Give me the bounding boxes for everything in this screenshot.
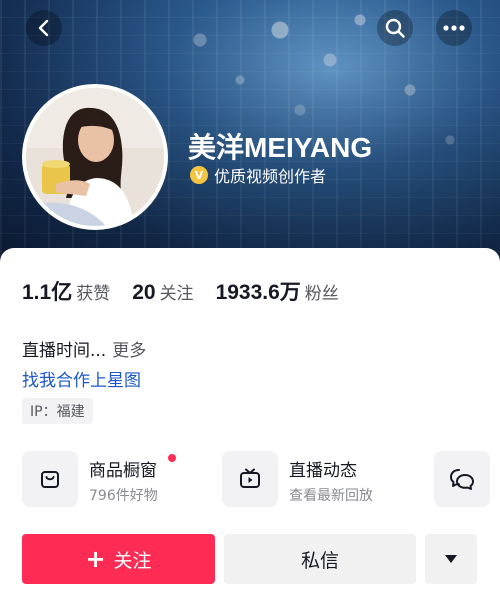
bio-more-link[interactable]: 更多 xyxy=(112,341,146,361)
bio-text: 直播时间... 更多 xyxy=(22,336,146,361)
verification-text: 优质视频创作者 xyxy=(214,167,327,186)
shop-window-subtitle: 796件好物 xyxy=(89,488,158,504)
verification-row: V 优质视频创作者 xyxy=(190,163,326,187)
verified-badge-icon: V xyxy=(190,166,208,184)
caret-down-icon xyxy=(445,555,457,563)
chevron-left-icon xyxy=(38,19,49,37)
search-button[interactable] xyxy=(377,10,413,46)
follow-button[interactable]: + 关注 xyxy=(22,534,215,584)
chat-bubbles-icon xyxy=(450,469,474,490)
ellipsis-icon xyxy=(443,25,465,31)
following-count[interactable]: 20 xyxy=(132,281,155,305)
stats-row: 1.1亿 获赞 20 关注 1933.6万 粉丝 xyxy=(22,276,361,306)
tv-icon xyxy=(240,468,260,488)
plus-icon: + xyxy=(85,545,106,573)
username: 美洋MEIYANG xyxy=(188,132,373,163)
shop-window-button[interactable] xyxy=(22,451,78,507)
bio-content: 直播时间... xyxy=(22,341,107,361)
collaboration-link[interactable]: 找我合作上星图 xyxy=(22,366,141,391)
search-icon xyxy=(385,18,405,38)
followers-label[interactable]: 粉丝 xyxy=(305,279,339,304)
avatar-photo xyxy=(26,88,164,226)
follow-label: 关注 xyxy=(113,549,152,572)
followers-count[interactable]: 1933.6万 xyxy=(216,276,301,306)
following-label[interactable]: 关注 xyxy=(160,279,194,304)
likes-count: 1.1亿 xyxy=(22,281,73,304)
avatar[interactable] xyxy=(22,84,168,230)
shop-window-title[interactable]: 商品橱窗 xyxy=(89,456,157,481)
likes-label: 获赞 xyxy=(76,284,111,304)
message-label: 私信 xyxy=(300,549,339,572)
more-options-button[interactable] xyxy=(436,10,472,46)
ip-location-tag: IP：福建 xyxy=(22,398,93,424)
back-button[interactable] xyxy=(26,10,62,46)
live-updates-title[interactable]: 直播动态 xyxy=(289,456,357,481)
notification-dot xyxy=(168,454,176,462)
message-button[interactable]: 私信 xyxy=(224,534,416,584)
live-updates-button[interactable] xyxy=(222,451,278,507)
live-updates-subtitle: 查看最新回放 xyxy=(289,488,373,504)
group-chat-button[interactable] xyxy=(434,451,490,507)
bag-icon xyxy=(41,471,59,488)
more-actions-dropdown[interactable] xyxy=(425,534,477,584)
